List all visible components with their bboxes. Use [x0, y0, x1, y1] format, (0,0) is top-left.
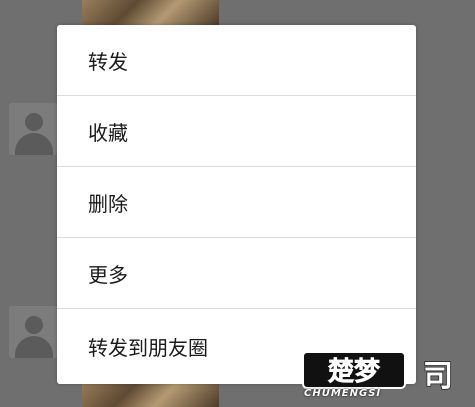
watermark-brand-text: CHUMENGSI: [304, 388, 382, 399]
avatar-icon: [9, 103, 59, 155]
svg-text:楚梦: 楚梦: [328, 357, 381, 387]
chat-image-bottom: [82, 380, 219, 407]
menu-item-more[interactable]: 更多: [57, 238, 416, 309]
watermark-logo: 楚梦 CHUMENGSI 司: [300, 350, 468, 402]
svg-text:司: 司: [423, 359, 453, 394]
menu-item-favorite[interactable]: 收藏: [57, 96, 416, 167]
avatar-icon: [9, 306, 59, 358]
menu-item-forward[interactable]: 转发: [57, 25, 416, 96]
message-context-menu: 转发 收藏 删除 更多 转发到朋友圈: [57, 25, 416, 384]
menu-item-delete[interactable]: 删除: [57, 167, 416, 238]
watermark-char-icon: 司: [418, 354, 458, 395]
chat-image-top: [82, 0, 219, 26]
